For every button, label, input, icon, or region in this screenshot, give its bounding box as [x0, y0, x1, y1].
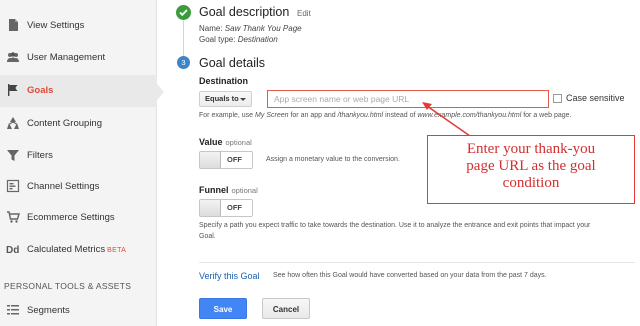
- channel-settings-icon: [6, 179, 20, 193]
- cart-icon: [7, 211, 20, 223]
- cancel-button[interactable]: Cancel: [262, 298, 310, 319]
- help-part: For example, use: [199, 112, 254, 119]
- value-label-wrap: Value optional: [199, 137, 252, 147]
- annotation-callout: Enter your thank-you page URL as the goa…: [427, 135, 635, 204]
- verify-goal-description: See how often this Goal would have conve…: [273, 272, 547, 279]
- funnel-label: Funnel: [199, 185, 229, 195]
- sidebar-item-label: Segments: [27, 305, 70, 316]
- sidebar-item-label: Ecommerce Settings: [27, 212, 115, 223]
- edit-goal-description-link[interactable]: Edit: [297, 9, 311, 18]
- step-number-badge: 3: [177, 56, 190, 69]
- sidebar-item-label: Goals: [27, 85, 54, 96]
- funnel-help-line-1: Specify a path you expect traffic to tak…: [199, 222, 591, 229]
- value-label: Value: [199, 137, 223, 147]
- value-help-text: Assign a monetary value to the conversio…: [266, 156, 400, 163]
- sidebar-item-label-wrap: Calculated Metrics BETA: [27, 244, 126, 255]
- save-button[interactable]: Save: [199, 298, 247, 319]
- toggle-state: OFF: [227, 203, 242, 212]
- sidebar-item-content-grouping[interactable]: Content Grouping: [0, 108, 157, 140]
- sidebar-item-label: Filters: [27, 150, 53, 161]
- sidebar-item-view-settings[interactable]: View Settings: [0, 10, 157, 42]
- case-sensitive-checkbox[interactable]: [553, 94, 562, 103]
- dd-icon: Dd: [6, 245, 19, 256]
- annotation-line: condition: [502, 175, 560, 191]
- funnel-optional-label: optional: [231, 186, 258, 195]
- sidebar-item-ecommerce-settings[interactable]: Ecommerce Settings: [0, 202, 157, 234]
- sidebar-item-filters[interactable]: Filters: [0, 140, 157, 172]
- goal-type-prefix: Goal type:: [199, 35, 236, 44]
- goal-setup-screen: View Settings User Management Goals Cont…: [0, 0, 640, 326]
- sidebar-item-label: User Management: [27, 52, 106, 63]
- match-type-value: Equals to: [205, 94, 239, 103]
- admin-sidebar: View Settings User Management Goals Cont…: [0, 0, 157, 326]
- segments-icon: [7, 305, 19, 315]
- toggle-knob: [200, 152, 221, 168]
- help-example: My Screen: [255, 112, 289, 119]
- users-icon: [7, 52, 19, 62]
- sidebar-item-label: View Settings: [27, 20, 85, 31]
- goal-name-prefix: Name:: [199, 24, 223, 33]
- help-example: /thankyou.html: [337, 112, 384, 119]
- help-example: www.example.com/thankyou.html: [417, 112, 522, 119]
- goal-type-line: Goal type: Destination: [199, 35, 278, 44]
- sidebar-item-calculated-metrics[interactable]: Dd Calculated Metrics BETA: [0, 234, 157, 266]
- annotation-line: page URL as the goal: [466, 158, 596, 174]
- active-item-caret: [157, 84, 164, 100]
- beta-badge: BETA: [107, 247, 127, 254]
- step-connector: [183, 20, 184, 56]
- funnel-label-wrap: Funnel optional: [199, 185, 258, 195]
- sidebar-item-segments[interactable]: Segments: [0, 295, 157, 326]
- annotation-line: Enter your thank-you: [466, 141, 596, 157]
- destination-url-input[interactable]: [267, 90, 549, 108]
- sidebar-item-label: Channel Settings: [27, 181, 100, 192]
- toggle-knob: [200, 200, 221, 216]
- content-grouping-icon: [7, 117, 19, 129]
- svg-text:Dd: Dd: [6, 245, 19, 256]
- goal-type-value: Destination: [237, 35, 278, 44]
- flag-icon: [8, 84, 18, 96]
- verify-goal-link[interactable]: Verify this Goal: [199, 271, 260, 281]
- section-title-personal-tools: PERSONAL TOOLS & ASSETS: [4, 281, 132, 291]
- goal-name-value: Saw Thank You Page: [224, 24, 302, 33]
- destination-label: Destination: [199, 76, 249, 86]
- sidebar-item-label: Calculated Metrics: [27, 244, 106, 255]
- chevron-down-icon: [240, 98, 246, 101]
- goal-details-title: Goal details: [199, 56, 266, 70]
- sidebar-item-label: Content Grouping: [27, 118, 102, 129]
- value-toggle[interactable]: OFF: [199, 151, 253, 169]
- help-part: instead of: [385, 112, 416, 119]
- sidebar-item-user-management[interactable]: User Management: [0, 42, 157, 74]
- funnel-toggle[interactable]: OFF: [199, 199, 253, 217]
- toggle-state: OFF: [227, 155, 242, 164]
- step-complete-check-icon: [176, 5, 191, 20]
- goal-description-title: Goal description: [199, 5, 290, 19]
- section-divider: [199, 262, 635, 263]
- value-optional-label: optional: [225, 138, 252, 147]
- help-part: for an app and: [290, 112, 336, 119]
- sidebar-item-goals[interactable]: Goals: [0, 75, 157, 107]
- destination-help-text: For example, use My Screen for an app an…: [199, 112, 571, 119]
- help-part: for a web page.: [523, 112, 572, 119]
- goal-name-line: Name: Saw Thank You Page: [199, 24, 302, 33]
- document-icon: [9, 19, 18, 31]
- case-sensitive-label: Case sensitive: [566, 93, 625, 103]
- filter-icon: [7, 150, 19, 161]
- match-type-select[interactable]: Equals to: [199, 91, 252, 107]
- funnel-help-line-2: Goal.: [199, 233, 216, 240]
- sidebar-item-channel-settings[interactable]: Channel Settings: [0, 171, 157, 203]
